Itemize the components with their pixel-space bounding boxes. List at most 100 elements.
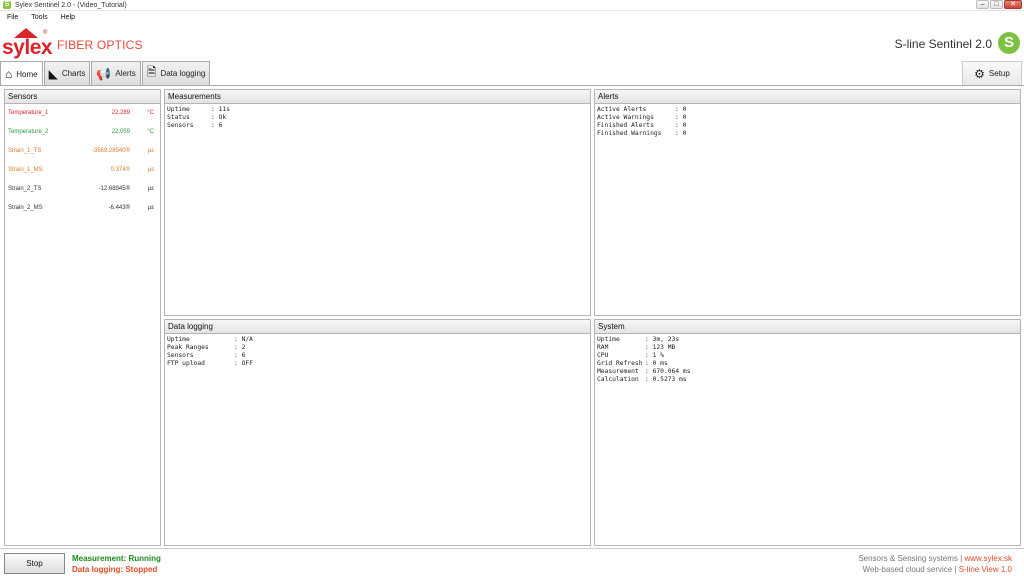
system-list: Uptime: 3m, 23s RAM: 123 MB CPU: 1 % Gri… [595,334,1020,386]
sensor-name: Temperature_2 [8,129,49,135]
sensor-row[interactable]: Temperature_1 22.289 °C [8,110,158,120]
sensor-row[interactable]: Strain_1_MS 0.374® µε [8,167,158,177]
data-logging-panel: Data logging Uptime: N/A Peak Ranges: 2 … [164,319,591,546]
sensor-unit: °C [147,110,154,116]
logo-text: sylex [2,36,53,59]
info-row: Grid Refresh: 0 ms [597,360,1018,368]
app-icon: S [3,1,11,9]
maximize-button[interactable]: □ [990,0,1003,9]
info-sep: : [675,106,683,113]
info-key: Uptime [167,336,190,343]
info-row: Finished Alerts: 0 [597,122,1018,130]
menu-tools[interactable]: Tools [31,14,47,21]
info-value: N/A [241,336,253,343]
tab-charts[interactable]: ◣ Charts [43,61,91,85]
close-button[interactable]: ✕ [1004,0,1022,9]
sensor-value: -6.443® [108,205,130,211]
sensor-row[interactable]: Temperature_2 22.059 °C [8,129,158,139]
alerts-panel: Alerts Active Alerts: 0 Active Warnings:… [594,89,1021,316]
info-row: Uptime: 3m, 23s [597,336,1018,344]
home-icon: ⌂ [5,67,13,81]
info-row: Sensors: 6 [167,352,588,360]
status-footer: Stop Measurement: Running Data logging: … [0,548,1024,576]
info-sep: : [211,114,219,121]
sensor-value: 22.289 [111,110,130,116]
data-logging-list: Uptime: N/A Peak Ranges: 2 Sensors: 6 FT… [165,334,590,370]
sensor-value: 0.374® [110,167,130,173]
stop-button[interactable]: Stop [4,553,65,574]
info-sep: : [645,368,653,375]
info-sep: : [675,114,683,121]
cloud-service-link[interactable]: S-line View 1.0 [959,565,1012,574]
info-value: 0 [682,106,687,113]
info-row: Finished Warnings: 0 [597,130,1018,138]
product-name: S-line Sentinel 2.0 [894,37,992,51]
sensor-value: 22.059 [111,129,130,135]
sensor-value: -3569.28540® [91,148,130,154]
tab-alerts[interactable]: 📢 Alerts [91,61,141,85]
info-sep: : [645,352,653,359]
info-row: Uptime: 11s [167,106,588,114]
info-sep: : [234,352,242,359]
document-icon: 🗎 [146,65,157,79]
menu-file[interactable]: File [7,14,18,21]
sensor-row[interactable]: Strain_2_MS -6.443® µε [8,205,158,215]
info-key: Sensors [167,122,194,129]
info-row: Active Warnings: 0 [597,114,1018,122]
info-sep: : [211,106,219,113]
tab-charts-label: Charts [61,69,86,78]
info-sep: : [645,344,653,351]
info-value: 6 [241,352,246,359]
info-row: RAM: 123 MB [597,344,1018,352]
info-value: 1 % [652,352,664,359]
footer-cloud-text: Web-based cloud service | [862,565,959,574]
info-value: 0 ms [652,360,668,367]
brand-tagline: FIBER OPTICS [57,38,143,52]
footer-company-line: Sensors & Sensing systems | www.sylex.sk [858,554,1012,563]
info-value: OFF [241,360,253,367]
info-sep: : [645,376,653,383]
info-key: Measurement [597,368,639,375]
registered-mark: ® [43,30,48,36]
sensor-value: -12.68945® [98,186,130,192]
measurements-panel: Measurements Uptime: 11s Status: Ok Sens… [164,89,591,316]
info-sep: : [234,360,242,367]
sensor-row[interactable]: Strain_2_TS -12.68945® µε [8,186,158,196]
info-row: Status: Ok [167,114,588,122]
info-sep: : [645,360,653,367]
data-logging-panel-title: Data logging [165,320,590,334]
info-key: FTP upload [167,360,205,367]
info-key: Active Warnings [597,114,654,121]
info-key: Status [167,114,190,121]
info-value: 0 [682,122,687,129]
alerts-list: Active Alerts: 0 Active Warnings: 0 Fini… [595,104,1020,140]
info-value: Ok [218,114,227,121]
sensor-unit: µε [147,148,154,154]
info-row: Peak Ranges: 2 [167,344,588,352]
info-value: 123 MB [652,344,676,351]
minimize-button[interactable]: – [976,0,989,9]
info-value: 0 [682,114,687,121]
menu-help[interactable]: Help [61,14,75,21]
setup-button[interactable]: ⚙ Setup [962,61,1022,85]
info-sep: : [211,122,219,129]
tab-alerts-label: Alerts [115,69,136,78]
sensors-panel-title: Sensors [5,90,160,104]
footer-cloud-line: Web-based cloud service | S-line View 1.… [863,565,1012,574]
menu-bar: File Tools Help [0,12,81,23]
info-row: Measurement: 670.064 ms [597,368,1018,376]
info-row: Active Alerts: 0 [597,106,1018,114]
product-logo-icon: S [998,32,1020,54]
info-value: 2 [241,344,246,351]
title-bar: S Sylex Sentinel 2.0 - (Video_Tutorial) … [0,0,1024,11]
info-key: Uptime [167,106,190,113]
tab-data-logging[interactable]: 🗎 Data logging [141,61,211,85]
website-link[interactable]: www.sylex.sk [964,554,1012,563]
sensor-unit: µε [147,186,154,192]
info-key: Finished Alerts [597,122,654,129]
sensor-row[interactable]: Strain_1_TS -3569.28540® µε [8,148,158,158]
measurement-status: Measurement: Running [72,554,161,563]
tab-home[interactable]: ⌂ Home [0,61,43,86]
system-panel: System Uptime: 3m, 23s RAM: 123 MB CPU: … [594,319,1021,546]
sensor-name: Strain_2_MS [8,205,43,211]
